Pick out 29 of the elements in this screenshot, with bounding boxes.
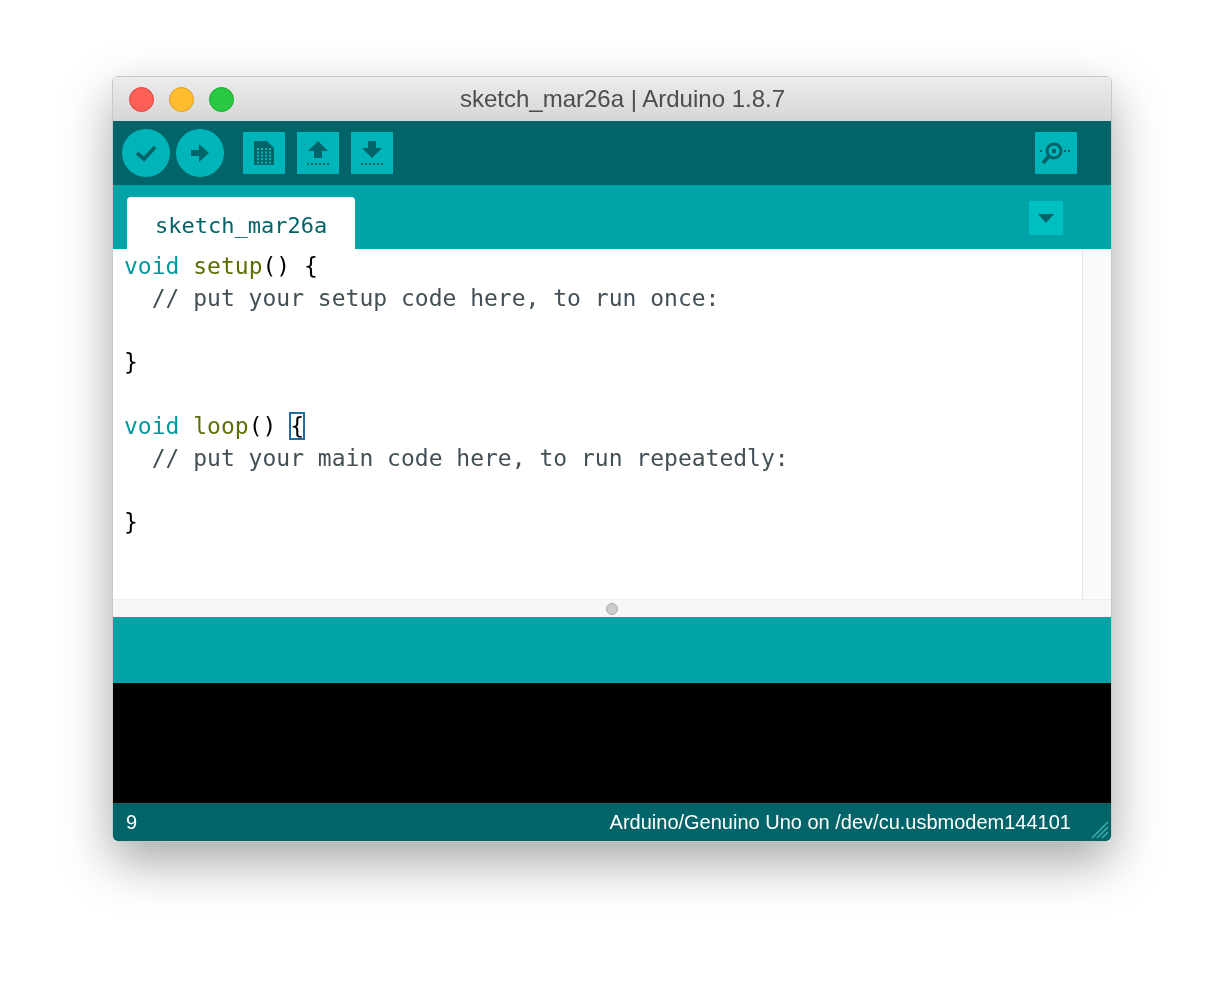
magnifier-icon <box>1039 140 1073 166</box>
maximize-button[interactable] <box>209 86 234 112</box>
upload-button[interactable] <box>176 129 224 177</box>
file-tab[interactable]: sketch_mar26a <box>127 197 356 249</box>
checkmark-icon <box>134 143 158 163</box>
code-line: } <box>124 348 138 377</box>
close-button[interactable] <box>129 86 154 112</box>
dropdown-triangle-icon <box>1038 213 1054 223</box>
code-line: void setup() { <box>124 252 318 281</box>
splitter-handle-icon <box>606 602 618 615</box>
document-icon <box>253 140 275 166</box>
serial-monitor-button[interactable] <box>1035 132 1077 174</box>
code-line: // put your setup code here, to run once: <box>150 284 720 313</box>
new-file-button[interactable] <box>243 132 285 174</box>
right-arrow-icon <box>189 143 211 163</box>
code-line: } <box>124 508 138 537</box>
window-title: sketch_mar26a | Arduino 1.8.7 <box>459 84 786 114</box>
tab-menu-button[interactable] <box>1029 201 1063 235</box>
line-number: 9 <box>126 810 138 835</box>
code-line: void loop() { <box>124 412 305 441</box>
save-button[interactable] <box>351 132 393 174</box>
code-editor[interactable]: void setup() { // put your setup code here, to run once: } void loop() { // put your main code here, to run repeatedly: } <box>113 249 1082 599</box>
code-line: // put your main code here, to run repeatedly: <box>150 444 789 473</box>
open-button[interactable] <box>297 132 339 174</box>
verify-button[interactable] <box>122 129 170 177</box>
board-port-label: Arduino/Genuino Uno on /dev/cu.usbmodem144101 <box>609 810 1071 835</box>
down-arrow-icon <box>360 140 384 166</box>
minimize-button[interactable] <box>169 86 194 112</box>
up-arrow-icon <box>306 140 330 166</box>
